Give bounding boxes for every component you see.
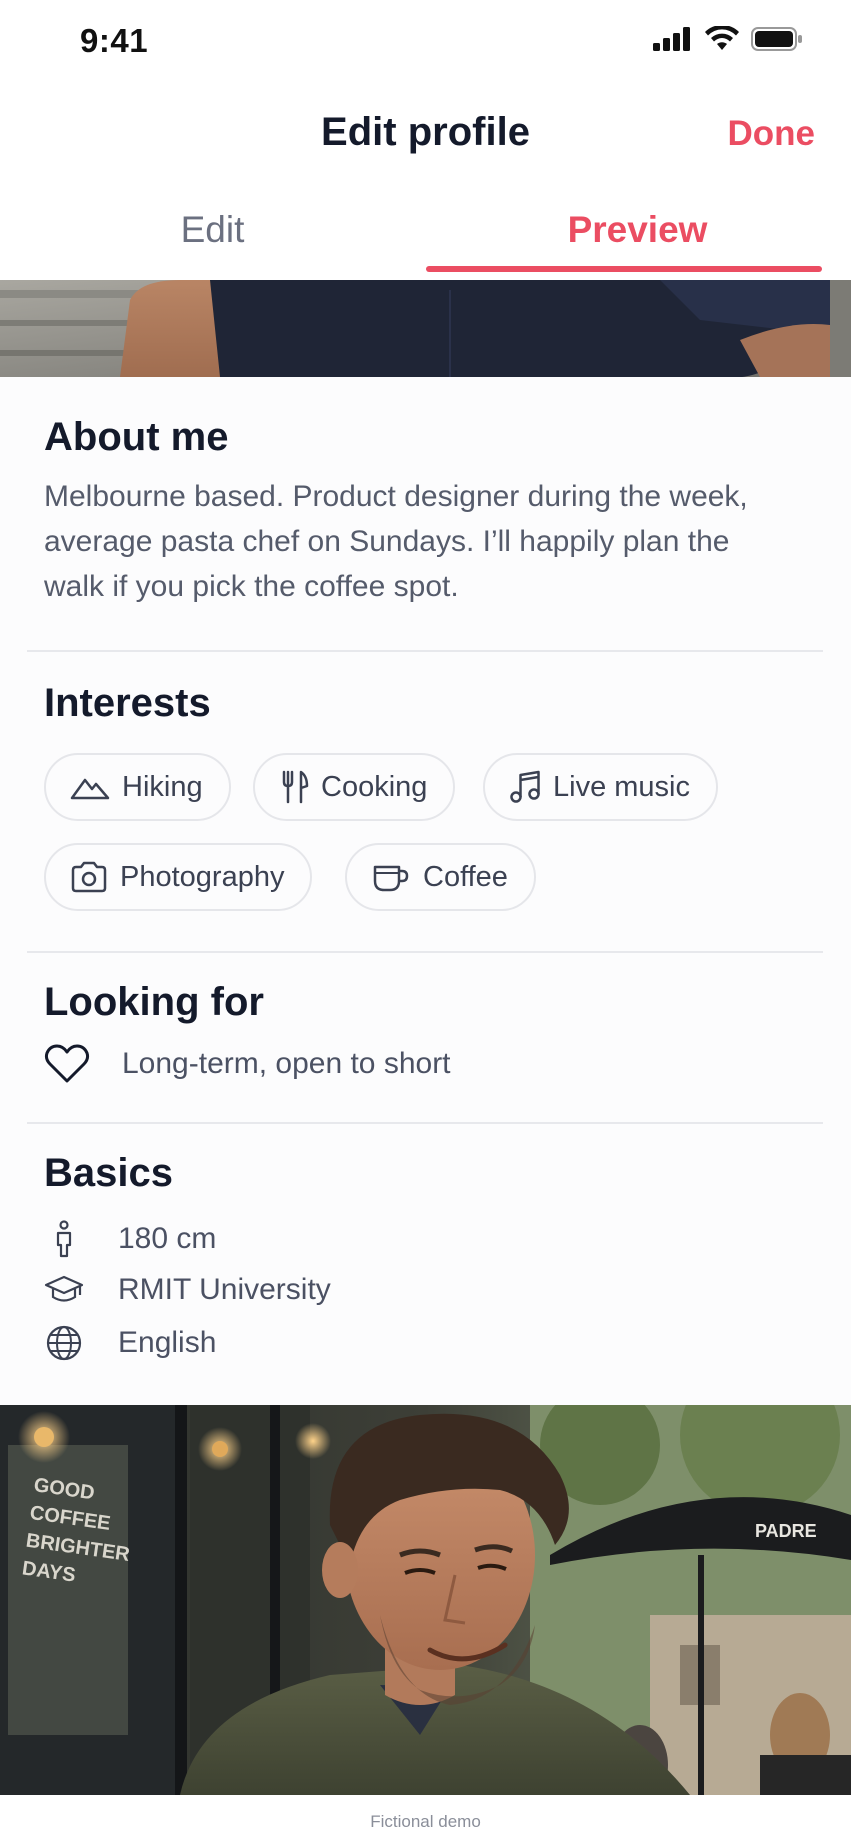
looking-for-section: Looking for	[44, 980, 823, 1025]
signal-icon	[653, 27, 690, 51]
divider	[27, 650, 823, 652]
about-text: Melbourne based. Product designer during…	[44, 480, 748, 603]
tab-preview[interactable]: Preview	[425, 186, 850, 274]
battery-icon	[751, 27, 802, 51]
interest-chip-live-music[interactable]: Live music	[483, 753, 718, 821]
basics-height: 180 cm	[118, 1222, 217, 1255]
status-time: 9:41	[80, 22, 149, 59]
status-icons	[653, 26, 803, 52]
page-title: Edit profile	[321, 110, 530, 154]
basics-section: Basics	[44, 1151, 823, 1196]
basics-language: English	[118, 1326, 217, 1359]
coffee-cup-icon	[373, 865, 409, 892]
tab-bar: Edit Preview	[0, 186, 851, 274]
interest-chip-photography[interactable]: Photography	[44, 843, 313, 911]
wifi-icon	[705, 26, 739, 50]
header: Edit profile Done	[0, 86, 851, 186]
umbrella-text: PADRE	[755, 1521, 817, 1541]
chip-label: Hiking	[122, 770, 203, 803]
looking-for-row: Long-term, open to short	[44, 1044, 451, 1084]
looking-for-title: Looking for	[44, 980, 264, 1024]
interest-chip-cooking[interactable]: Cooking	[253, 753, 456, 821]
chip-label: Cooking	[321, 770, 428, 803]
profile-photo-bottom[interactable]: GOOD COFFEE BRIGHTER DAYS PADRE	[0, 1405, 851, 1795]
mountain-icon	[70, 778, 110, 800]
looking-for-value: Long-term, open to short	[122, 1047, 451, 1080]
status-bar: 9:41	[0, 0, 851, 86]
heart-icon	[44, 1044, 90, 1083]
interests-title: Interests	[44, 681, 211, 725]
interest-chip-coffee[interactable]: Coffee	[345, 843, 536, 911]
tab-edit[interactable]: Edit	[0, 186, 425, 274]
music-note-icon	[510, 770, 540, 803]
chip-label: Live music	[553, 770, 690, 803]
chip-label: Coffee	[423, 860, 508, 893]
active-tab-indicator	[426, 266, 822, 272]
done-button[interactable]: Done	[728, 114, 816, 154]
about-title: About me	[44, 415, 229, 459]
basics-row-language: English	[44, 1324, 216, 1362]
interest-chip-hiking[interactable]: Hiking	[44, 753, 231, 821]
footer-caption: Fictional demo	[0, 1795, 851, 1848]
profile-preview-content: About me Melbourne based. Product design…	[0, 377, 851, 1405]
person-height-icon	[56, 1220, 72, 1258]
globe-icon	[46, 1325, 82, 1361]
camera-icon	[71, 861, 107, 893]
graduation-cap-icon	[44, 1275, 84, 1302]
basics-row-height: 180 cm	[44, 1220, 216, 1258]
profile-photo-top	[0, 280, 851, 377]
utensils-icon	[282, 770, 309, 804]
divider	[27, 951, 823, 953]
divider	[27, 1122, 823, 1124]
basics-title: Basics	[44, 1151, 173, 1195]
basics-education: RMIT University	[118, 1273, 331, 1306]
chip-label: Photography	[120, 860, 285, 893]
basics-row-education: RMIT University	[44, 1273, 331, 1307]
about-section: About me Melbourne based. Product design…	[44, 415, 823, 609]
interests-section: Interests	[44, 681, 823, 726]
photo-bottom-image: GOOD COFFEE BRIGHTER DAYS PADRE	[0, 1405, 851, 1795]
photo-top-image	[0, 280, 851, 377]
